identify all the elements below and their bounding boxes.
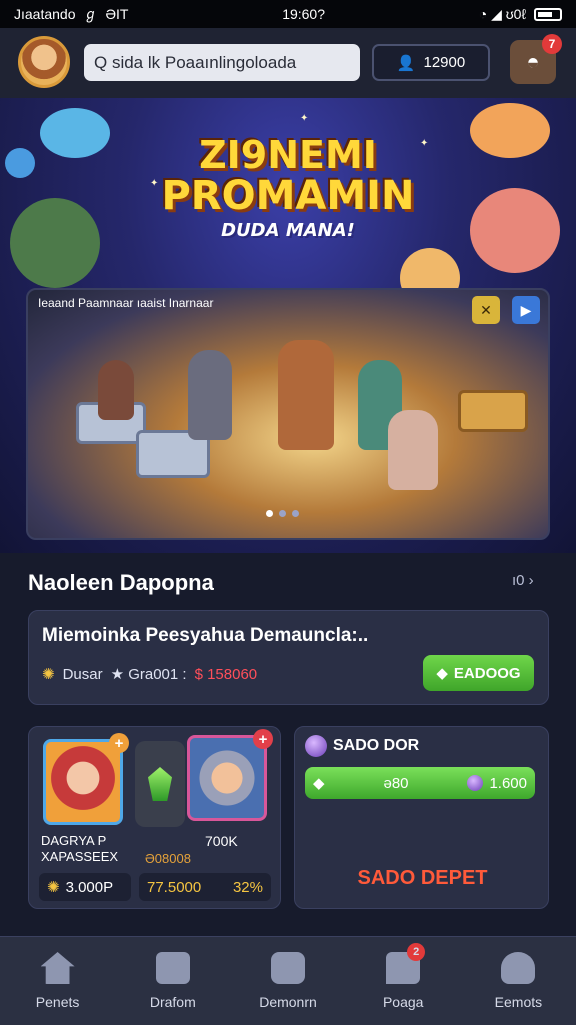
- bundle-code: Ə08008: [145, 851, 191, 866]
- nav-label: Drafom: [149, 994, 196, 1010]
- deposit-bar-value: ə80: [383, 774, 409, 792]
- carousel-dot[interactable]: [266, 510, 273, 517]
- search-text: Q sida lk Poaaınlingoloada: [94, 52, 297, 72]
- offer-meta: ✺ Dusar ★ Gra001 : $ 158060: [42, 665, 258, 684]
- add-icon[interactable]: +: [109, 733, 129, 753]
- nav-label: Eemots: [494, 994, 543, 1010]
- bundle-label: DAGRYA P XAPASSEEX: [41, 833, 118, 865]
- offer-title: Miemoinka Peesyahua Demauncla:..: [42, 625, 369, 646]
- bundle-pill-coins: ✺ 3.000P: [39, 873, 131, 901]
- promo-title-line2: PROMAMIN: [161, 173, 415, 219]
- nav-item-home[interactable]: Penets: [0, 937, 115, 1025]
- deposit-cta[interactable]: SADO DEPET: [295, 867, 550, 890]
- carousel-dots[interactable]: [266, 510, 299, 517]
- bundle-price: 77.5000: [147, 878, 202, 896]
- star-decoration: ✦: [300, 113, 309, 124]
- sun-icon: ✺: [47, 879, 60, 896]
- bundle-pill-price: 77.5000 32%: [139, 873, 271, 901]
- fighter-character: [388, 410, 438, 490]
- tag-icon: ◆: [313, 775, 325, 792]
- deposit-bar[interactable]: ◆ ə80 1.600: [305, 767, 535, 799]
- gem-icon: [148, 767, 172, 801]
- offer-card[interactable]: Miemoinka Peesyahua Demauncla:.. ✺ Dusar…: [28, 610, 549, 705]
- nav-item-chat[interactable]: 2 Poaga: [346, 937, 461, 1025]
- screen-icon: [271, 952, 305, 984]
- offer-price: $ 158060: [194, 665, 258, 683]
- see-all-link[interactable]: ı0 ›: [512, 572, 534, 589]
- knight-character: [188, 350, 232, 440]
- close-icon[interactable]: ✕: [472, 296, 500, 324]
- coin-balance[interactable]: 👤 12900: [372, 44, 490, 81]
- document-icon: [155, 952, 190, 984]
- nav-label: Penets: [35, 994, 80, 1010]
- character-tile[interactable]: +: [43, 733, 129, 825]
- bundle-pill-coins-value: 3.000P: [65, 878, 114, 896]
- orb-icon: [305, 735, 327, 757]
- carousel-dot[interactable]: [292, 510, 299, 517]
- bundle-label-line1: DAGRYA P: [41, 833, 107, 848]
- promo-subtitle: DUDA MANA!: [221, 220, 355, 241]
- bottom-nav: Penets Drafom Demonrn 2 Poaga Eemots: [0, 936, 576, 1025]
- network-label: ƏIT: [105, 6, 129, 22]
- offer-buy-button[interactable]: ◆ EADOOG: [423, 655, 534, 691]
- offer-meta-2: ★ Gra001 :: [110, 666, 187, 683]
- deposit-bar-amount: 1.600: [489, 774, 527, 792]
- section-title: Naoleen Dapopna: [28, 570, 214, 595]
- rogue-character: [98, 360, 134, 420]
- nav-item-document[interactable]: Drafom: [115, 937, 230, 1025]
- add-icon[interactable]: +: [253, 729, 273, 749]
- nav-label: Poaga: [382, 994, 424, 1010]
- search-input[interactable]: Q sida lk Poaaınlingoloada: [84, 44, 360, 81]
- promo-title-line1: ZI9NEMI: [199, 133, 377, 177]
- nav-label: Demonrn: [259, 994, 317, 1010]
- offer-button-label: EADOOG: [453, 664, 521, 682]
- carousel-dot[interactable]: [279, 510, 286, 517]
- battery-icon: [534, 7, 562, 21]
- top-bar: Q sida lk Poaaınlingoloada 👤 12900 ◓ 7: [0, 28, 576, 98]
- chat-badge: 2: [407, 943, 426, 961]
- bundle-label-line2: XAPASSEEX: [41, 849, 119, 864]
- deposit-header: SADO DOR: [305, 735, 419, 757]
- bundle-card[interactable]: + + DAGRYA P XAPASSEEX 700K Ə08008 ✺ 3.0…: [28, 726, 281, 909]
- hero-character: [278, 340, 334, 450]
- status-icons: ◔ ◢ ʊ0ℓ: [478, 5, 526, 22]
- home-icon: [40, 952, 75, 984]
- carrier-label: Jıaatando: [14, 6, 76, 22]
- sun-icon: ✺: [42, 666, 55, 683]
- bundle-value: 700K: [205, 833, 238, 849]
- nav-item-screen[interactable]: Demonrn: [230, 937, 345, 1025]
- character-tile[interactable]: +: [187, 729, 273, 821]
- deposit-amount-group: 1.600: [467, 775, 527, 792]
- gem-slot: [135, 741, 185, 827]
- notification-button[interactable]: ◓ 7: [510, 34, 562, 84]
- bell-icon: ◓: [526, 49, 540, 74]
- avatar[interactable]: [18, 36, 70, 88]
- nav-item-profile[interactable]: Eemots: [461, 937, 576, 1025]
- treasure-chest: [458, 390, 528, 432]
- promo-hero[interactable]: ✦ ✦ ✦ ✦ ✦ ZI9NEMI PROMAMIN DUDA MANA! Ie…: [0, 98, 576, 553]
- offer-meta-1: Dusar: [62, 665, 103, 683]
- coin-value: 12900: [423, 54, 466, 71]
- banner-caption: Ieaand Paamnaar ıaaist Inarnaar: [38, 296, 214, 310]
- user-icon: 👤: [396, 54, 416, 72]
- clock: 19:60?: [282, 6, 326, 22]
- promo-banner[interactable]: Ieaand Paamnaar ıaaist Inarnaar ✕ ▶: [26, 288, 550, 540]
- user-icon: [501, 952, 536, 984]
- deposit-card[interactable]: SADO DOR ◆ ə80 1.600 SADO DEPET: [294, 726, 549, 909]
- orb-icon: [467, 775, 484, 791]
- tag-icon: ◆: [436, 665, 448, 682]
- play-icon[interactable]: ▶: [512, 296, 540, 324]
- status-bar: Jıaatando ℊ ƏIT 19:60? ◔ ◢ ʊ0ℓ: [0, 0, 576, 28]
- notification-badge: 7: [542, 34, 562, 54]
- bundle-discount: 32%: [232, 878, 263, 896]
- wifi-icon: ℊ: [83, 6, 98, 22]
- deposit-title: SADO DOR: [333, 737, 420, 754]
